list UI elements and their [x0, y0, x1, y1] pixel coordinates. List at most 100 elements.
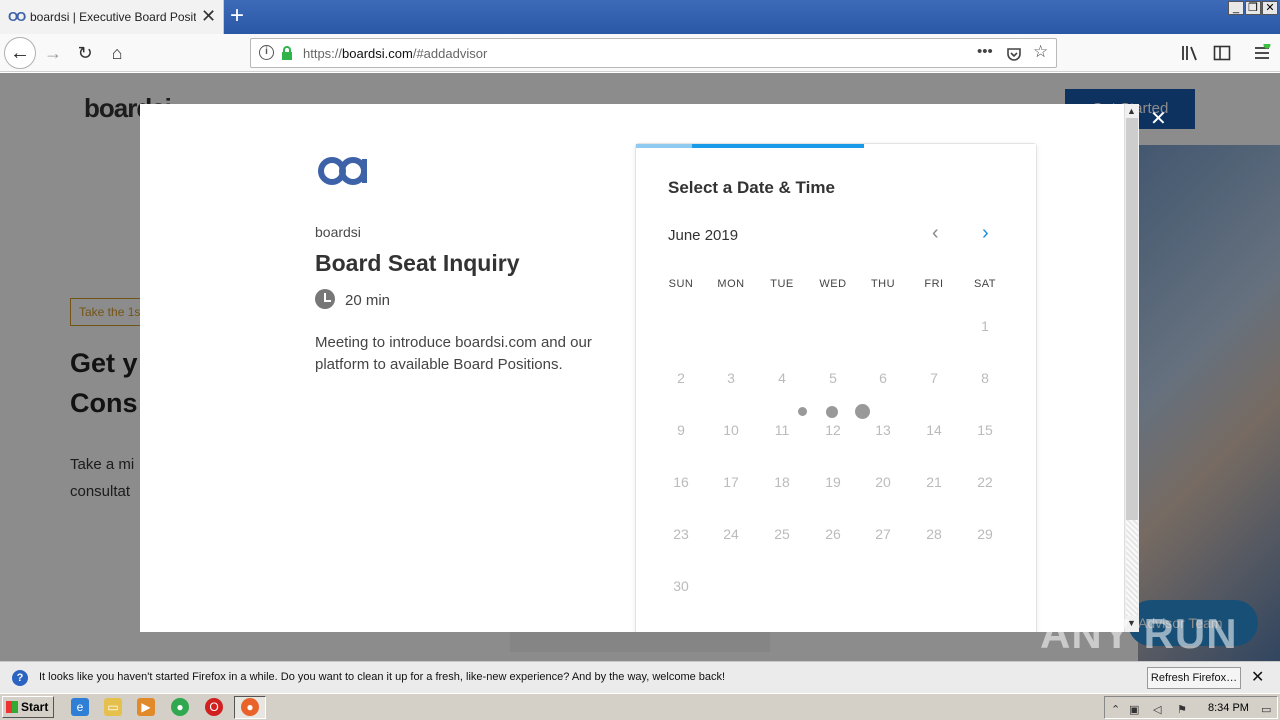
next-month-chevron-icon[interactable]: › — [982, 222, 989, 245]
prev-month-chevron-icon[interactable]: ‹ — [932, 222, 939, 245]
lock-icon — [282, 46, 292, 60]
loading-spinner — [798, 403, 870, 419]
scheduling-modal: boardsi Board Seat Inquiry 20 min Meetin… — [140, 104, 1125, 632]
question-icon: ? — [12, 670, 28, 686]
calendar-day[interactable]: 18 — [757, 474, 807, 490]
calendar-day[interactable]: 20 — [858, 474, 908, 490]
new-tab-button[interactable]: + — [230, 4, 244, 28]
calendar-day[interactable]: 8 — [960, 370, 1010, 386]
calendar-day[interactable]: 3 — [706, 370, 756, 386]
web-page: boardsi Get Started Take the 1st Get y C… — [0, 73, 1280, 661]
calendar-day[interactable]: 12 — [808, 422, 858, 438]
weekday-wed: WED — [819, 278, 847, 290]
boardsi-logo-icon — [318, 157, 367, 185]
taskbar-clock: 8:34 PM — [1208, 702, 1249, 714]
reload-icon[interactable]: ↻ — [70, 34, 100, 72]
chrome-icon[interactable]: ● — [171, 698, 189, 716]
event-title: Board Seat Inquiry — [315, 250, 520, 276]
calendar-day[interactable]: 23 — [656, 526, 706, 542]
page-actions-icon[interactable]: ••• — [977, 43, 993, 60]
date-time-picker: Select a Date & Time June 2019 ‹ › SUN MO… — [635, 143, 1037, 632]
windows-logo-icon — [6, 701, 18, 713]
volume-icon[interactable]: ◁ — [1153, 703, 1161, 716]
browser-tab-bar: OO boardsi | Executive Board Position ✕ … — [0, 0, 1280, 34]
close-window-button[interactable]: ✕ — [1262, 1, 1278, 15]
back-arrow-icon[interactable]: ← — [4, 37, 36, 69]
notification-bar: ? It looks like you haven't started Fire… — [0, 661, 1280, 693]
calendar-day[interactable]: 25 — [757, 526, 807, 542]
pocket-icon[interactable] — [1006, 46, 1022, 62]
bookmark-star-icon[interactable]: ☆ — [1033, 42, 1048, 62]
tray-expand-icon[interactable]: ⌃ — [1111, 703, 1120, 716]
opera-icon[interactable]: O — [205, 698, 223, 716]
calendar-day[interactable]: 4 — [757, 370, 807, 386]
weekday-mon: MON — [717, 278, 745, 290]
network-icon[interactable]: ▣ — [1129, 703, 1139, 716]
calendar-day[interactable]: 17 — [706, 474, 756, 490]
event-description: Meeting to introduce boardsi.com and our… — [315, 334, 592, 373]
flag-icon[interactable]: ⚑ — [1177, 703, 1187, 716]
scroll-up-arrow-icon[interactable]: ▲ — [1127, 106, 1136, 116]
calendar-month: June 2019 — [668, 227, 739, 244]
calendar-day[interactable]: 26 — [808, 526, 858, 542]
media-player-icon[interactable]: ▶ — [137, 698, 155, 716]
tab-title: boardsi | Executive Board Position — [30, 10, 196, 24]
clock-icon — [315, 289, 335, 309]
minimize-button[interactable]: _ — [1228, 1, 1244, 15]
calendar-day[interactable]: 9 — [656, 422, 706, 438]
calendar-day[interactable]: 19 — [808, 474, 858, 490]
weekday-fri: FRI — [924, 278, 944, 290]
calendar-day[interactable]: 28 — [909, 526, 959, 542]
calendar-day[interactable]: 27 — [858, 526, 908, 542]
refresh-firefox-button[interactable]: Refresh Firefox… — [1147, 667, 1241, 689]
calendar-day[interactable]: 30 — [656, 578, 706, 594]
organization-name: boardsi — [315, 224, 361, 240]
menu-icon[interactable] — [1253, 44, 1271, 62]
start-button[interactable]: Start — [2, 696, 54, 718]
notification-text: It looks like you haven't started Firefo… — [39, 671, 726, 683]
calendar-day[interactable]: 1 — [960, 318, 1010, 334]
home-icon[interactable]: ⌂ — [102, 34, 132, 72]
weekday-sat: SAT — [973, 278, 997, 290]
library-icon[interactable] — [1181, 44, 1199, 62]
internet-explorer-icon[interactable]: e — [71, 698, 89, 716]
calendar-day[interactable]: 11 — [757, 422, 807, 438]
calendar-day[interactable]: 10 — [706, 422, 756, 438]
calendar-day[interactable]: 6 — [858, 370, 908, 386]
url-text: https://boardsi.com/#addadvisor — [303, 46, 488, 61]
calendar-day[interactable]: 2 — [656, 370, 706, 386]
weekday-thu: THU — [870, 278, 896, 290]
calendar-day[interactable]: 13 — [858, 422, 908, 438]
url-bar[interactable]: i https://boardsi.com/#addadvisor ••• ☆ — [250, 38, 1057, 68]
calendar-heading: Select a Date & Time — [668, 178, 835, 197]
show-desktop-icon[interactable]: ▭ — [1261, 703, 1271, 716]
taskbar-firefox[interactable]: ● — [234, 696, 266, 719]
calendar-day[interactable]: 22 — [960, 474, 1010, 490]
calendar-day[interactable]: 29 — [960, 526, 1010, 542]
modal-scrollbar[interactable]: ▲ ▼ — [1124, 104, 1139, 632]
calendar-day[interactable]: 16 — [656, 474, 706, 490]
calendar-day[interactable]: 5 — [808, 370, 858, 386]
navigation-toolbar: ← → ↻ ⌂ i https://boardsi.com/#addadviso… — [0, 34, 1280, 72]
weekday-tue: TUE — [770, 278, 794, 290]
boardsi-favicon-icon: OO — [8, 9, 26, 24]
calendar-day[interactable]: 24 — [706, 526, 756, 542]
modal-close-icon[interactable]: ✕ — [1150, 106, 1167, 131]
browser-tab[interactable]: OO boardsi | Executive Board Position ✕ — [0, 0, 224, 34]
calendar-day[interactable]: 14 — [909, 422, 959, 438]
system-tray: ⌃ ▣ ◁ ⚑ ▭ — [1104, 696, 1278, 719]
info-icon[interactable]: i — [259, 45, 274, 60]
sidebar-icon[interactable] — [1213, 44, 1231, 62]
calendar-day[interactable]: 15 — [960, 422, 1010, 438]
calendar-day[interactable]: 7 — [909, 370, 959, 386]
watermark: ANY RUN — [1040, 610, 1238, 657]
restore-button[interactable]: ❐ — [1245, 1, 1261, 15]
tab-close-icon[interactable]: ✕ — [201, 7, 216, 25]
forward-arrow-icon[interactable]: → — [38, 34, 68, 72]
folder-icon[interactable]: ▭ — [104, 698, 122, 716]
calendar-day[interactable]: 21 — [909, 474, 959, 490]
event-duration: 20 min — [345, 292, 391, 309]
loading-progress — [636, 144, 1036, 148]
notification-close-icon[interactable]: ✕ — [1251, 667, 1264, 687]
scroll-thumb[interactable] — [1126, 118, 1138, 520]
